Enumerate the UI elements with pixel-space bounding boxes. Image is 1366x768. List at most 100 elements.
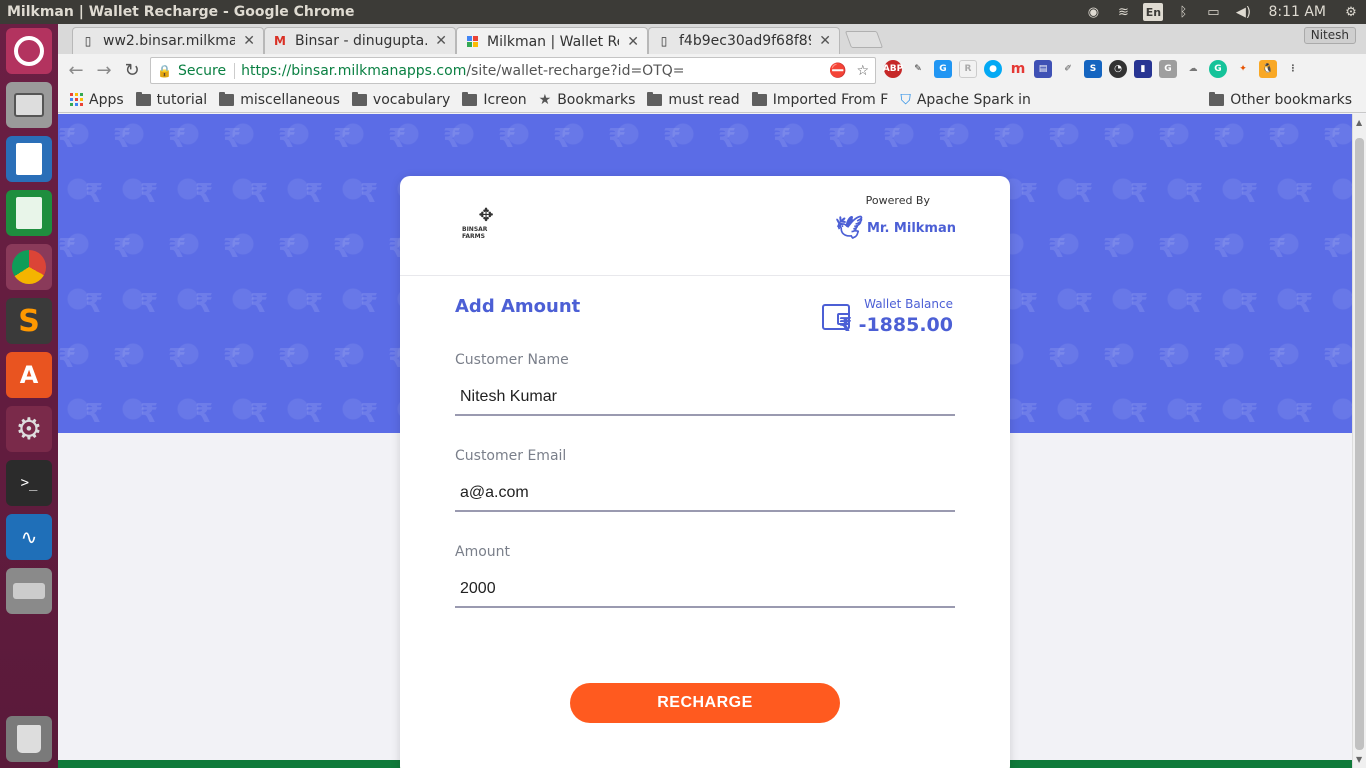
customer-name-input[interactable] (455, 380, 955, 416)
profile-button[interactable]: Nitesh (1303, 27, 1356, 44)
settings-gear-icon[interactable]: ⚙ (1336, 0, 1366, 24)
bluetooth-icon[interactable]: ᛒ (1168, 0, 1198, 24)
amount-input[interactable] (455, 572, 955, 608)
new-tab-button[interactable] (844, 31, 884, 48)
extension-blue-circle-icon[interactable]: ● (984, 60, 1002, 78)
recharge-button[interactable]: RECHARGE (570, 683, 840, 723)
close-tab-icon[interactable]: ✕ (819, 33, 831, 49)
rupee-pattern-icon: ₹ (85, 289, 104, 319)
customer-email-input[interactable] (455, 476, 955, 512)
folder-icon (351, 91, 367, 106)
extension-m-icon[interactable]: m (1009, 60, 1027, 78)
bookmark-folder-tutorial[interactable]: tutorial (135, 91, 208, 108)
disk-drive-icon[interactable] (6, 568, 52, 614)
url-path: /site/wallet-recharge?id=OTQ= (466, 62, 685, 79)
other-bookmarks[interactable]: Other bookmarks (1209, 91, 1352, 108)
forward-arrow-icon[interactable]: → (90, 57, 118, 85)
bookmark-folder-imported[interactable]: Imported From F (751, 91, 888, 108)
scroll-up-arrow-icon[interactable]: ▲ (1356, 118, 1362, 127)
blocked-popup-icon[interactable]: ⛔ (829, 63, 846, 79)
lock-icon: 🔒 (157, 63, 172, 78)
adblock-plus-icon[interactable]: ABP (883, 60, 903, 78)
chrome-menu-icon[interactable]: ⋮ (1284, 60, 1302, 78)
clock[interactable]: 8:11 AM (1258, 4, 1336, 20)
rupee-pattern-icon: ₹ (1158, 124, 1177, 154)
tab-strip: ▯ ww2.binsar.milkma ✕ M Binsar - dinugup… (58, 24, 1366, 55)
tab-4[interactable]: ▯ f4b9ec30ad9f68f89 ✕ (648, 27, 840, 54)
rupee-pattern-icon: ₹ (1158, 344, 1177, 374)
chrome-launcher-icon[interactable] (6, 244, 52, 290)
rupee-pattern-icon: ₹ (360, 399, 379, 429)
window-title: Milkman | Wallet Recharge - Google Chrom… (7, 4, 355, 20)
extension-s-icon[interactable]: S (1084, 60, 1102, 78)
bookmarks-bar: Apps tutorial miscellaneous vocabulary I… (58, 87, 1366, 113)
scroll-down-arrow-icon[interactable]: ▼ (1356, 755, 1362, 764)
rupee-pattern-icon: ₹ (553, 124, 572, 154)
linux-icon[interactable]: 🐧 (1259, 60, 1277, 78)
libreoffice-impress-icon[interactable] (6, 136, 52, 182)
rupee-pattern-icon: ₹ (250, 289, 269, 319)
bookmark-label: must read (668, 91, 740, 108)
extension-r-icon[interactable]: R (959, 60, 977, 78)
bookmark-apache-spark[interactable]: ⛉ Apache Spark in (900, 92, 1031, 108)
bookmark-folder-miscellaneous[interactable]: miscellaneous (219, 91, 340, 108)
close-tab-icon[interactable]: ✕ (627, 34, 639, 50)
rupee-pattern-icon: ₹ (168, 234, 187, 264)
add-amount-heading: Add Amount (455, 296, 581, 317)
bookmark-bookmarks[interactable]: ★ Bookmarks (539, 92, 636, 108)
rupee-pattern-icon: ₹ (1323, 124, 1342, 154)
metamask-icon[interactable]: ✦ (1234, 60, 1252, 78)
tab-1[interactable]: ▯ ww2.binsar.milkma ✕ (72, 27, 264, 54)
close-tab-icon[interactable]: ✕ (435, 33, 447, 49)
extension-cloud-icon[interactable]: ☁ (1184, 60, 1202, 78)
extension-screen-icon[interactable]: ▤ (1034, 60, 1052, 78)
system-settings-icon[interactable]: ⚙ (6, 406, 52, 452)
bookmark-apps[interactable]: Apps (70, 92, 124, 108)
keyboard-layout-indicator[interactable]: En (1143, 3, 1164, 21)
close-tab-icon[interactable]: ✕ (243, 33, 255, 49)
software-center-icon[interactable]: A (6, 352, 52, 398)
terminal-icon[interactable]: >_ (6, 460, 52, 506)
rupee-pattern-icon: ₹ (1295, 399, 1314, 429)
extension-g-icon[interactable]: G (934, 60, 952, 78)
bookmark-folder-icreon[interactable]: Icreon (462, 91, 527, 108)
extension-bookmark-icon[interactable]: ▮ (1134, 60, 1152, 78)
files-icon[interactable] (6, 82, 52, 128)
wifi-icon[interactable]: ≋ (1108, 0, 1138, 24)
bookmark-label: tutorial (156, 91, 208, 108)
rupee-pattern-icon: ₹ (58, 124, 77, 154)
extension-gauge-icon[interactable]: ◔ (1109, 60, 1127, 78)
extension-icons: ABP ✎ G R ● m ▤ ✐ S ◔ ▮ G ☁ G ✦ 🐧 ⋮ (883, 60, 1302, 78)
volume-icon[interactable]: ◀) (1228, 0, 1258, 24)
back-arrow-icon[interactable]: ← (62, 57, 90, 85)
tab-2[interactable]: M Binsar - dinugupta. ✕ (264, 27, 456, 54)
recharge-card: ✥ BINSAR FARMS Powered By 🕊 Mr. Milkman … (400, 176, 1010, 768)
tab-3-active[interactable]: Milkman | Wallet Re ✕ (456, 27, 648, 55)
chrome-tray-icon[interactable]: ◉ (1078, 0, 1108, 24)
page-scrollbar[interactable]: ▲ ▼ (1352, 114, 1366, 768)
bookmark-folder-must-read[interactable]: must read (647, 91, 740, 108)
grammarly-icon[interactable]: G (1209, 60, 1227, 78)
folder-icon (219, 91, 235, 106)
sublime-text-icon[interactable]: S (6, 298, 52, 344)
bookmark-label: Icreon (483, 91, 527, 108)
libreoffice-calc-icon[interactable] (6, 190, 52, 236)
ubuntu-dash-icon[interactable] (6, 28, 52, 74)
bookmark-star-icon[interactable]: ☆ (856, 63, 869, 79)
trash-icon[interactable] (6, 716, 52, 762)
system-monitor-icon[interactable]: ∿ (6, 514, 52, 560)
binsar-farms-logo: ✥ BINSAR FARMS (462, 206, 510, 242)
card-header: ✥ BINSAR FARMS Powered By 🕊 Mr. Milkman (400, 176, 1010, 276)
rupee-pattern-icon: ₹ (1020, 399, 1039, 429)
flower-logo-icon: ✥ (478, 205, 494, 226)
eyedropper-icon[interactable]: ✎ (909, 60, 927, 78)
extension-pen-icon[interactable]: ✐ (1059, 60, 1077, 78)
reload-icon[interactable]: ↻ (118, 57, 146, 85)
bookmark-folder-vocabulary[interactable]: vocabulary (351, 91, 450, 108)
address-bar[interactable]: 🔒 Secure https://binsar.milkmanapps.com … (150, 57, 876, 84)
rupee-pattern-icon: ₹ (113, 124, 132, 154)
scrollbar-thumb[interactable] (1355, 138, 1364, 750)
extension-grammar-icon[interactable]: G (1159, 60, 1177, 78)
battery-icon[interactable]: ▭ (1198, 0, 1228, 24)
rupee-pattern-icon: ₹ (85, 179, 104, 209)
